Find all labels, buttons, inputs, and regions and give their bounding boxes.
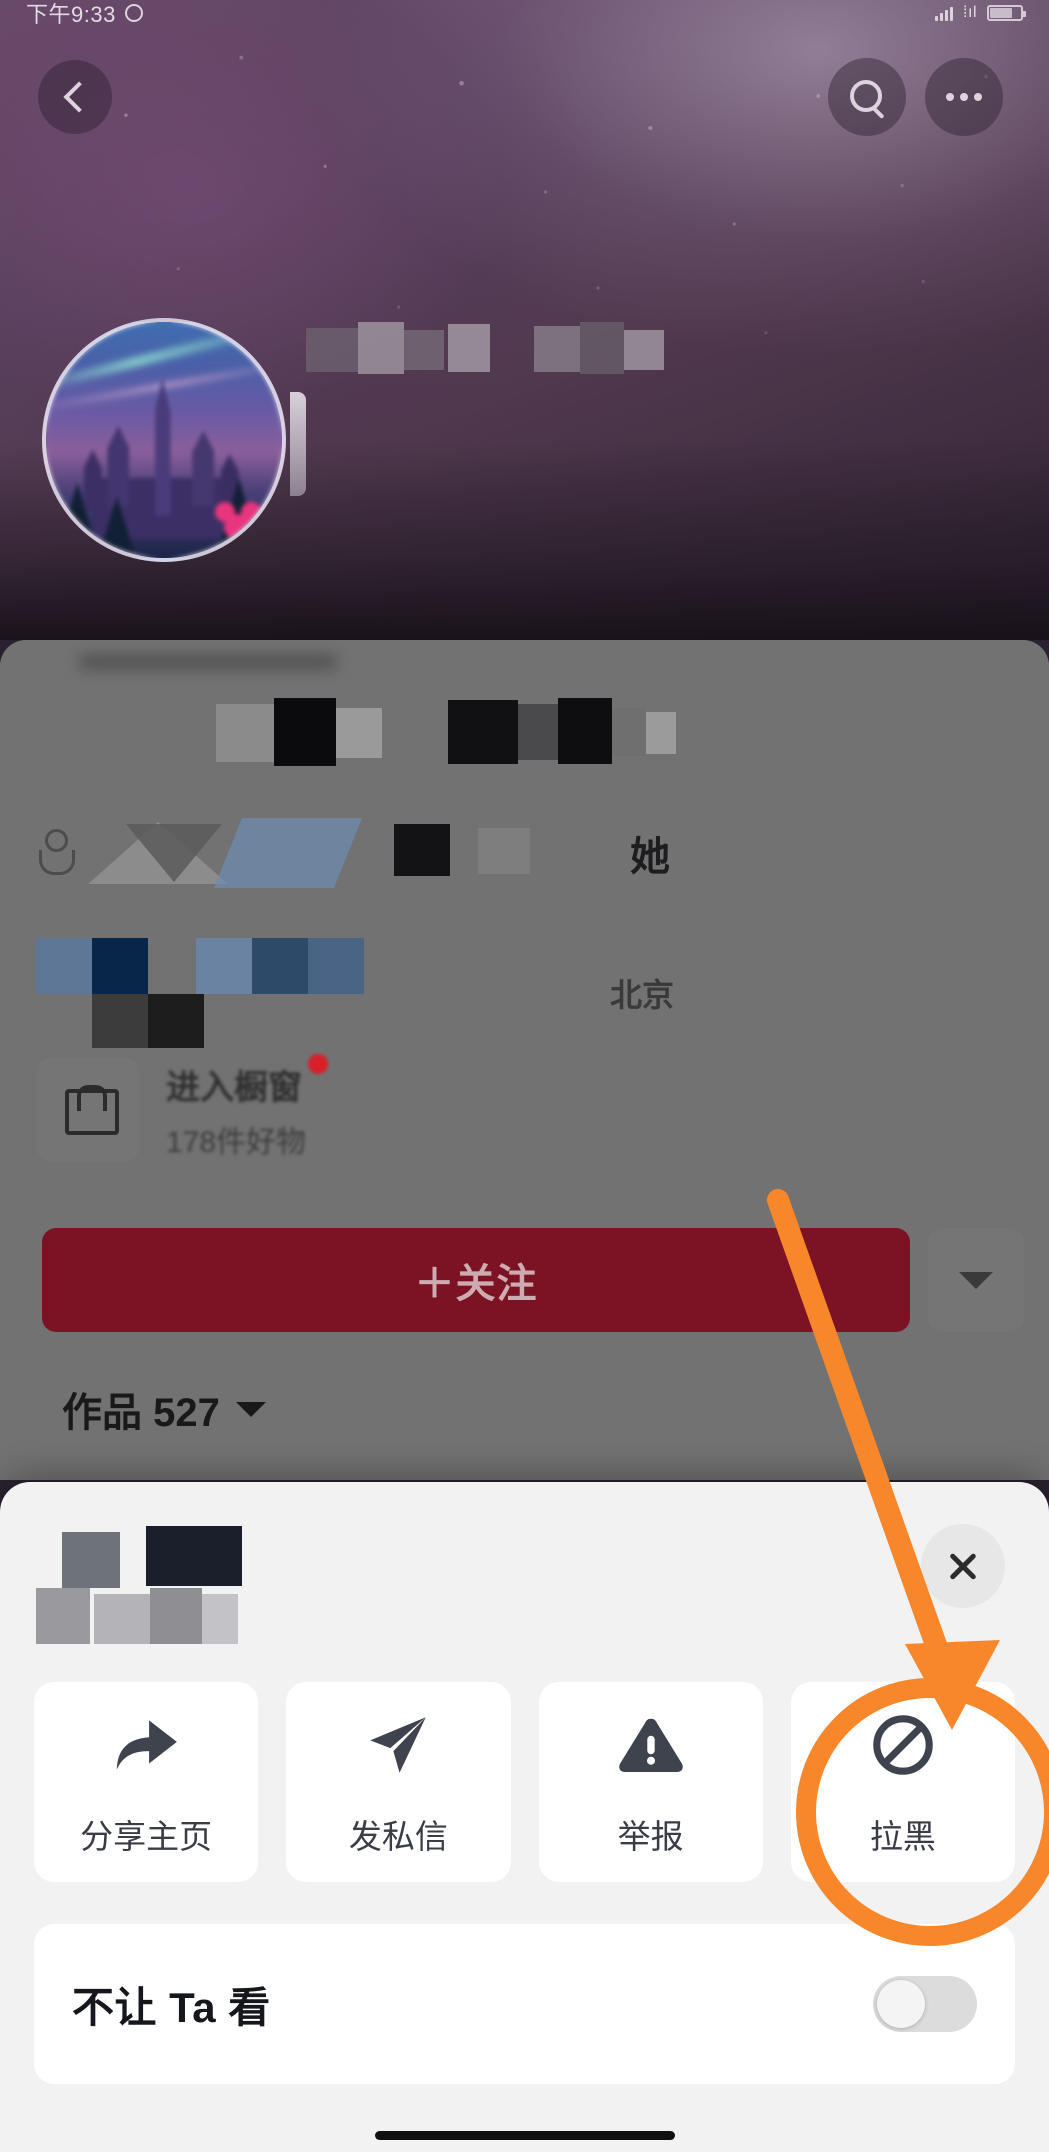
location-label: 北京 (610, 977, 675, 1013)
signal-bars-icon (935, 5, 954, 21)
more-dots-icon (946, 93, 982, 101)
shop-texts: 进入橱窗 178件好物 (166, 1053, 329, 1161)
mosaic-blocks (36, 1526, 242, 1644)
paper-plane-icon (359, 1706, 437, 1784)
share-arrow-icon (107, 1706, 185, 1784)
more-options-button[interactable] (925, 58, 1003, 136)
block-circle-icon (864, 1706, 942, 1784)
follow-more-button[interactable] (928, 1228, 1024, 1332)
action-label: 拉黑 (869, 1818, 936, 1855)
avatar[interactable] (42, 318, 286, 562)
redaction-shape (126, 824, 222, 882)
shop-subtitle: 178件好物 (166, 1125, 307, 1159)
follow-button[interactable]: ＋关注 (42, 1228, 910, 1332)
status-bar: 下午9:33 ⁞ıl (0, 0, 1049, 29)
shop-title: 进入橱窗 (166, 1053, 329, 1109)
redacted-display-name (36, 698, 736, 768)
profile-detail-panel: 她 北京 进入橱窗 178件好物 ＋关注 作品 527 (0, 640, 1049, 1480)
clock-icon (124, 4, 143, 22)
action-label: 分享主页 (80, 1818, 213, 1855)
search-button[interactable] (828, 58, 906, 136)
action-share-homepage[interactable]: 分享主页 (34, 1682, 259, 1882)
profile-badges-row: 她 (36, 818, 670, 888)
phone-screen: 下午9:33 ⁞ıl 她 北京 进入橱窗 178件好物 ＋关注 作品 527 分… (0, 0, 1049, 2152)
toggle-knob (877, 1980, 925, 2028)
redacted-header-name (306, 300, 794, 390)
close-button[interactable] (921, 1524, 1005, 1608)
mosaic-blocks (306, 322, 664, 374)
avatar-side-tab (290, 392, 306, 496)
warning-triangle-icon (612, 1706, 690, 1784)
mosaic-blocks (36, 938, 364, 1048)
redaction-shape (213, 818, 363, 888)
chevron-down-icon (959, 1271, 993, 1289)
shop-thumbnail (36, 1058, 140, 1162)
hide-from-user-toggle[interactable] (873, 1976, 977, 2032)
action-grid: 分享主页 发私信 举报 拉黑 (34, 1682, 1015, 1882)
gender-label: 她 (630, 835, 670, 879)
profile-location-row: 北京 (36, 938, 796, 1048)
hide-from-user-row[interactable]: 不让 Ta 看 (34, 1924, 1015, 2084)
search-icon (850, 80, 884, 114)
battery-icon (987, 5, 1026, 21)
person-icon (36, 829, 75, 877)
status-bar-right: ⁞ıl (935, 4, 1026, 22)
redacted-sheet-username (36, 1526, 366, 1646)
back-button[interactable] (38, 60, 112, 134)
status-bar-left: 下午9:33 (26, 0, 143, 29)
status-time: 下午9:33 (26, 2, 116, 27)
mosaic-blocks (394, 824, 530, 876)
sheet-header (0, 1482, 1049, 1682)
mosaic-blocks (216, 698, 676, 766)
close-icon (946, 1549, 980, 1583)
chevron-left-icon (62, 81, 95, 113)
works-tab[interactable]: 作品 527 (62, 1380, 266, 1438)
action-label: 举报 (617, 1818, 684, 1855)
follow-row: ＋关注 (42, 1228, 1024, 1332)
more-actions-sheet: 分享主页 发私信 举报 拉黑 不让 Ta 看 (0, 1482, 1049, 2152)
action-report[interactable]: 举报 (538, 1682, 763, 1882)
action-send-message[interactable]: 发私信 (286, 1682, 511, 1882)
action-block[interactable]: 拉黑 (790, 1682, 1015, 1882)
shop-title-label: 进入橱窗 (166, 1068, 302, 1107)
chevron-down-icon (235, 1401, 266, 1417)
action-label: 发私信 (348, 1818, 448, 1855)
new-badge-dot (308, 1053, 329, 1074)
home-indicator (374, 2131, 675, 2140)
avatar-blur-overlay (46, 322, 282, 558)
shopping-bag-icon (65, 1085, 119, 1135)
hide-from-user-label: 不让 Ta 看 (72, 1983, 271, 2031)
works-label: 作品 527 (62, 1391, 220, 1435)
mobile-data-icon: ⁞ıl (963, 4, 977, 21)
shop-entry[interactable]: 进入橱窗 178件好物 (36, 1053, 329, 1162)
sheet-drag-handle[interactable] (78, 654, 338, 670)
